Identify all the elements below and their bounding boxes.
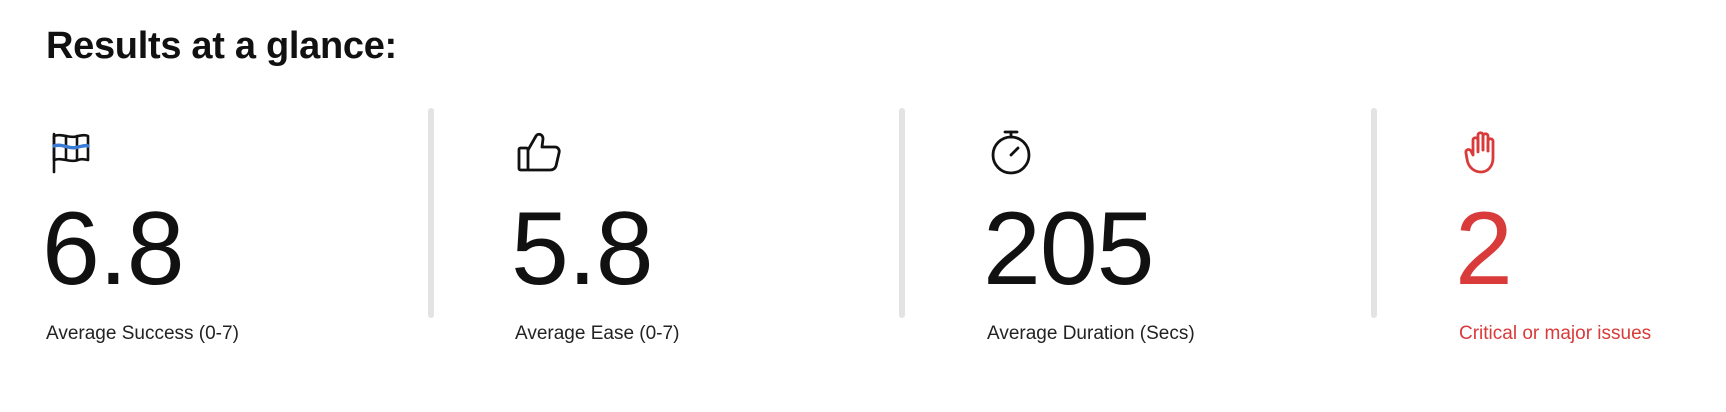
stat-average-success: 6.8 Average Success (0-7) — [42, 108, 426, 348]
divider — [1371, 108, 1377, 318]
stat-average-ease: 5.8 Average Ease (0-7) — [511, 108, 895, 348]
stat-label: Critical or major issues — [1459, 323, 1652, 344]
stat-critical-issues: 2 Critical or major issues — [1455, 108, 1726, 348]
page-title: Results at a glance: — [46, 25, 397, 67]
divider — [428, 108, 434, 318]
divider — [899, 108, 905, 318]
stat-label: Average Ease (0-7) — [515, 323, 680, 344]
stats-row: 6.8 Average Success (0-7) 5.8 Average Ea… — [0, 108, 1726, 348]
checkered-flag-icon — [46, 128, 94, 176]
stat-label: Average Success (0-7) — [46, 323, 239, 344]
stat-value: 5.8 — [511, 191, 654, 307]
raised-hand-icon — [1459, 128, 1507, 176]
results-summary-page: Results at a glance: 6.8 Average Success… — [0, 0, 1726, 412]
stat-value: 2 — [1455, 191, 1513, 307]
stat-value: 6.8 — [42, 191, 185, 307]
stat-average-duration: 205 Average Duration (Secs) — [983, 108, 1367, 348]
stat-value: 205 — [983, 191, 1155, 307]
thumbs-up-icon — [515, 128, 563, 176]
stat-label: Average Duration (Secs) — [987, 323, 1195, 344]
stopwatch-icon — [987, 128, 1035, 176]
